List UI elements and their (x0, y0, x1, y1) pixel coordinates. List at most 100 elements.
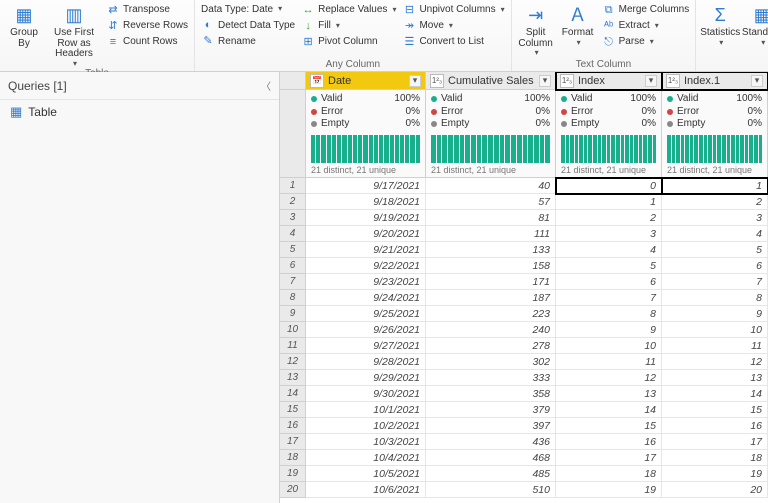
cell-cumulative-sales[interactable]: 187 (426, 290, 556, 306)
cell-date[interactable]: 10/2/2021 (306, 418, 426, 434)
cell-date[interactable]: 9/20/2021 (306, 226, 426, 242)
cell-cumulative-sales[interactable]: 302 (426, 354, 556, 370)
type-icon[interactable]: 1²₃ (666, 74, 680, 88)
cell-index[interactable]: 8 (556, 306, 662, 322)
split-column-button[interactable]: ⇥ Split Column (516, 2, 556, 57)
row-number[interactable]: 14 (280, 386, 306, 402)
cell-index1[interactable]: 1 (662, 178, 768, 194)
convert-to-list-button[interactable]: ☰Convert to List (400, 34, 506, 50)
cell-index[interactable]: 17 (556, 450, 662, 466)
row-number[interactable]: 6 (280, 258, 306, 274)
cell-index[interactable]: 3 (556, 226, 662, 242)
cell-date[interactable]: 10/3/2021 (306, 434, 426, 450)
group-by-button[interactable]: ▦ Group By (4, 2, 44, 49)
cell-index1[interactable]: 4 (662, 226, 768, 242)
fill-button[interactable]: ↓Fill (299, 18, 398, 34)
cell-date[interactable]: 10/6/2021 (306, 482, 426, 498)
cell-date[interactable]: 9/26/2021 (306, 322, 426, 338)
row-number[interactable]: 4 (280, 226, 306, 242)
cell-cumulative-sales[interactable]: 468 (426, 450, 556, 466)
unpivot-columns-button[interactable]: ⊟Unpivot Columns (400, 2, 506, 18)
column-header[interactable]: 📅Date▾ (306, 72, 426, 90)
cell-date[interactable]: 9/22/2021 (306, 258, 426, 274)
cell-date[interactable]: 10/4/2021 (306, 450, 426, 466)
cell-index1[interactable]: 14 (662, 386, 768, 402)
cell-cumulative-sales[interactable]: 333 (426, 370, 556, 386)
cell-date[interactable]: 10/5/2021 (306, 466, 426, 482)
collapse-queries-icon[interactable]: 〈 (261, 78, 271, 93)
cell-index[interactable]: 19 (556, 482, 662, 498)
cell-index[interactable]: 2 (556, 210, 662, 226)
cell-date[interactable]: 9/17/2021 (306, 178, 426, 194)
cell-index1[interactable]: 7 (662, 274, 768, 290)
cell-cumulative-sales[interactable]: 111 (426, 226, 556, 242)
cell-index1[interactable]: 15 (662, 402, 768, 418)
cell-index1[interactable]: 3 (662, 210, 768, 226)
cell-index1[interactable]: 20 (662, 482, 768, 498)
cell-date[interactable]: 9/18/2021 (306, 194, 426, 210)
pivot-column-button[interactable]: ⊞Pivot Column (299, 34, 398, 50)
cell-cumulative-sales[interactable]: 379 (426, 402, 556, 418)
column-filter-icon[interactable]: ▾ (539, 75, 551, 87)
column-header[interactable]: 1²₃Index.1▾ (662, 72, 768, 90)
cell-index[interactable]: 7 (556, 290, 662, 306)
data-type-button[interactable]: Data Type: Date (199, 2, 297, 18)
replace-values-button[interactable]: ↔Replace Values (299, 2, 398, 18)
type-icon[interactable]: 1²₃ (430, 74, 444, 88)
cell-cumulative-sales[interactable]: 436 (426, 434, 556, 450)
cell-cumulative-sales[interactable]: 171 (426, 274, 556, 290)
cell-index[interactable]: 13 (556, 386, 662, 402)
cell-index1[interactable]: 19 (662, 466, 768, 482)
standard-button[interactable]: ▦ Standard (742, 2, 768, 47)
statistics-button[interactable]: Σ Statistics (700, 2, 740, 47)
row-number[interactable]: 3 (280, 210, 306, 226)
cell-index1[interactable]: 16 (662, 418, 768, 434)
cell-index1[interactable]: 5 (662, 242, 768, 258)
row-number[interactable]: 17 (280, 434, 306, 450)
transpose-button[interactable]: ⇄Transpose (104, 2, 190, 18)
cell-index1[interactable]: 11 (662, 338, 768, 354)
cell-cumulative-sales[interactable]: 358 (426, 386, 556, 402)
column-header[interactable]: 1²₃Cumulative Sales▾ (426, 72, 556, 90)
cell-index[interactable]: 4 (556, 242, 662, 258)
cell-cumulative-sales[interactable]: 485 (426, 466, 556, 482)
column-filter-icon[interactable]: ▾ (409, 75, 421, 87)
row-number[interactable]: 1 (280, 178, 306, 194)
parse-button[interactable]: ⎋Parse (600, 34, 692, 50)
cell-cumulative-sales[interactable]: 240 (426, 322, 556, 338)
cell-date[interactable]: 9/21/2021 (306, 242, 426, 258)
cell-date[interactable]: 9/28/2021 (306, 354, 426, 370)
row-number[interactable]: 11 (280, 338, 306, 354)
move-button[interactable]: ↠Move (400, 18, 506, 34)
cell-index[interactable]: 5 (556, 258, 662, 274)
type-icon[interactable]: 📅 (310, 74, 324, 88)
cell-cumulative-sales[interactable]: 57 (426, 194, 556, 210)
row-number[interactable]: 16 (280, 418, 306, 434)
row-number[interactable]: 18 (280, 450, 306, 466)
cell-cumulative-sales[interactable]: 223 (426, 306, 556, 322)
detect-data-type-button[interactable]: ◐Detect Data Type (199, 18, 297, 34)
cell-index[interactable]: 1 (556, 194, 662, 210)
row-number[interactable]: 5 (280, 242, 306, 258)
row-number[interactable]: 2 (280, 194, 306, 210)
row-number[interactable]: 8 (280, 290, 306, 306)
row-number[interactable]: 15 (280, 402, 306, 418)
cell-index1[interactable]: 2 (662, 194, 768, 210)
cell-index[interactable]: 14 (556, 402, 662, 418)
cell-date[interactable]: 9/27/2021 (306, 338, 426, 354)
cell-cumulative-sales[interactable]: 278 (426, 338, 556, 354)
column-filter-icon[interactable]: ▾ (751, 75, 763, 87)
cell-index[interactable]: 0 (556, 178, 662, 194)
cell-index1[interactable]: 10 (662, 322, 768, 338)
row-number[interactable]: 10 (280, 322, 306, 338)
cell-index[interactable]: 6 (556, 274, 662, 290)
cell-cumulative-sales[interactable]: 158 (426, 258, 556, 274)
reverse-rows-button[interactable]: ⇵Reverse Rows (104, 18, 190, 34)
rename-button[interactable]: ✎Rename (199, 34, 297, 50)
cell-cumulative-sales[interactable]: 510 (426, 482, 556, 498)
cell-index1[interactable]: 12 (662, 354, 768, 370)
cell-date[interactable]: 9/23/2021 (306, 274, 426, 290)
row-number[interactable]: 9 (280, 306, 306, 322)
cell-index[interactable]: 18 (556, 466, 662, 482)
cell-date[interactable]: 9/29/2021 (306, 370, 426, 386)
